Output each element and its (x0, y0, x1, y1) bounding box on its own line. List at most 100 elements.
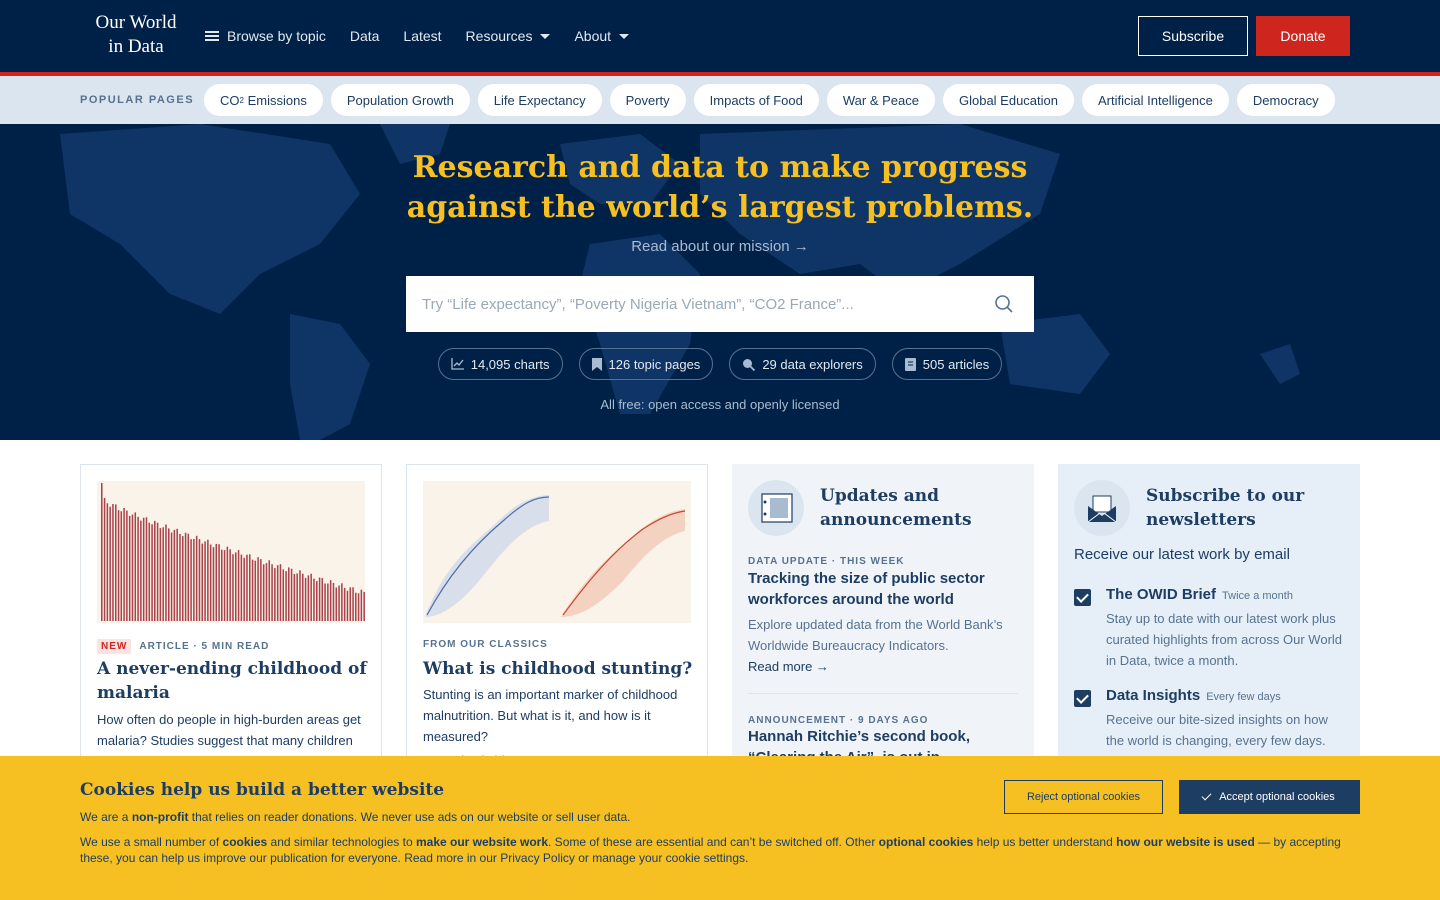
thumbnail-bar (355, 592, 357, 621)
nav-latest-link[interactable]: Latest (403, 28, 441, 44)
caret-down-icon (619, 33, 630, 39)
thumbnail-bar (341, 583, 343, 621)
popular-pill-war-peace[interactable]: War & Peace (826, 84, 935, 116)
popular-pill-life-expectancy[interactable]: Life Expectancy (477, 84, 602, 116)
thumbnail-bar (162, 527, 164, 621)
cookie-settings-link[interactable]: manage your cookie settings (592, 851, 745, 865)
growth-curves-thumbnail (423, 481, 691, 623)
pill-co2-rest: Emissions (243, 92, 307, 108)
newsletter-panel: Subscribe to our newsletters Receive our… (1058, 464, 1360, 764)
thumbnail-bar (265, 563, 268, 621)
thumbnail-bar (271, 564, 273, 621)
thumbnail-bar (182, 536, 184, 621)
hero-title: Research and data to make progress again… (0, 148, 1440, 228)
thumbnail-bar (131, 514, 134, 621)
donate-button[interactable]: Donate (1256, 16, 1350, 56)
thumbnail-bar (101, 483, 103, 621)
thumbnail-bar (293, 574, 296, 621)
thumbnail-bar (193, 539, 195, 621)
read-more-link[interactable]: Read more → (748, 659, 829, 674)
updates-divider (748, 693, 1018, 694)
stat-topic-pages[interactable]: 126 topic pages (578, 348, 714, 380)
top-navigation: Our World in Data Browse by topic Data L… (0, 0, 1440, 72)
thumbnail-bar (204, 541, 206, 621)
data-insights-checkbox[interactable] (1074, 690, 1091, 707)
resources-label: Resources (465, 28, 533, 44)
newsletter-description: Receive our bite-sized insights on how t… (1106, 712, 1328, 748)
owid-brief-checkbox[interactable] (1074, 589, 1091, 606)
article-card-malaria[interactable]: NEW ARTICLE · 5 MIN READ A never-ending … (80, 464, 382, 764)
donations-link[interactable]: donations (302, 810, 354, 824)
cookie-text: that relies on reader (188, 810, 302, 824)
reject-cookies-button[interactable]: Reject optional cookies (1004, 780, 1163, 814)
stat-data-explorers[interactable]: 29 data explorers (729, 348, 876, 380)
cookie-text: or (574, 851, 593, 865)
thumbnail-bar (195, 535, 198, 621)
stat-articles[interactable]: 505 articles (891, 348, 1003, 380)
popular-pill-artificial-intelligence[interactable]: Artificial Intelligence (1082, 84, 1229, 116)
article-meta-text: ARTICLE · 5 MIN READ (139, 641, 270, 652)
thumbnail-bar (349, 587, 352, 621)
article-title[interactable]: A never-ending childhood of malaria (97, 657, 367, 705)
thumbnail-bar (140, 520, 142, 621)
search-input[interactable] (422, 295, 982, 313)
thumbnail-bar (304, 577, 307, 621)
thumbnail-bar (307, 575, 310, 621)
thumbnail-bar (137, 516, 139, 621)
subscribe-button[interactable]: Subscribe (1138, 16, 1248, 56)
privacy-policy-link[interactable]: Privacy Policy (500, 851, 575, 865)
thumbnail-bar (324, 583, 326, 621)
thumbnail-bar (134, 512, 137, 621)
thumbnail-bar (257, 557, 259, 621)
cookie-bold-text: make our website work (415, 835, 549, 849)
thumbnail-bar (145, 517, 148, 621)
thumbnail-bar (302, 573, 304, 621)
thumbnail-bar (296, 573, 298, 621)
thumbnail-bar (218, 544, 220, 621)
article-card-stunting[interactable]: FROM OUR CLASSICS What is childhood stun… (406, 464, 708, 764)
thumbnail-bar (106, 503, 109, 621)
mission-link[interactable]: Read about our mission → (0, 238, 1440, 255)
cookie-bold-text: how our website is used (1116, 835, 1255, 849)
stats-row: 14,095 charts 126 topic pages 29 data ex… (0, 348, 1440, 380)
article-title[interactable]: What is childhood stunting? (423, 657, 693, 681)
nav-data-link[interactable]: Data (350, 28, 380, 44)
article-meta: FROM OUR CLASSICS (423, 639, 548, 650)
accept-cookies-button[interactable]: Accept optional cookies (1179, 780, 1360, 814)
owid-logo[interactable]: Our World in Data (90, 11, 182, 59)
browse-by-topic-button[interactable]: Browse by topic (205, 28, 326, 44)
browse-label: Browse by topic (227, 28, 326, 44)
newsletter-description: Stay up to date with our latest work plu… (1106, 611, 1343, 668)
popular-pill-population-growth[interactable]: Population Growth (330, 84, 470, 116)
cookie-text: . We never use ads on our website or sel… (353, 810, 631, 824)
stat-articles-label: 505 articles (922, 356, 990, 372)
search-icon[interactable] (994, 294, 1014, 314)
thumbnail-bar (179, 534, 181, 621)
popular-pill-co2[interactable]: CO 2 Emissions (204, 84, 323, 116)
popular-pill-democracy[interactable]: Democracy (1236, 84, 1335, 116)
popular-pill-global-education[interactable]: Global Education (942, 84, 1074, 116)
thumbnail-bar (243, 557, 245, 621)
popular-pill-impacts-of-food[interactable]: Impacts of Food (693, 84, 819, 116)
thumbnail-bar (274, 568, 276, 621)
stat-charts[interactable]: 14,095 charts (437, 348, 563, 380)
thumbnail-bar (123, 508, 125, 621)
thumbnail-bar (229, 549, 231, 621)
bookmark-icon (591, 357, 602, 371)
article-description: Stunting is an important marker of child… (423, 687, 678, 744)
popular-pill-poverty[interactable]: Poverty (609, 84, 686, 116)
nav-about-dropdown[interactable]: About (574, 28, 630, 44)
thumbnail-bar (198, 539, 201, 621)
nav-resources-dropdown[interactable]: Resources (466, 28, 551, 44)
update-title[interactable]: Tracking the size of public sector workf… (748, 568, 1018, 610)
chart-line-icon (451, 358, 464, 370)
thumbnail-bar (232, 554, 234, 621)
stat-data-explorers-label: 29 data explorers (762, 356, 863, 372)
explorer-search-icon (743, 358, 756, 371)
check-icon (1201, 790, 1212, 801)
malaria-bar-chart-thumbnail (97, 481, 365, 623)
newsletter-name: Data Insights Every few days (1106, 687, 1281, 704)
thumbnail-bar (173, 529, 176, 621)
thumbnail-bar (112, 504, 114, 621)
search-box (406, 276, 1034, 332)
